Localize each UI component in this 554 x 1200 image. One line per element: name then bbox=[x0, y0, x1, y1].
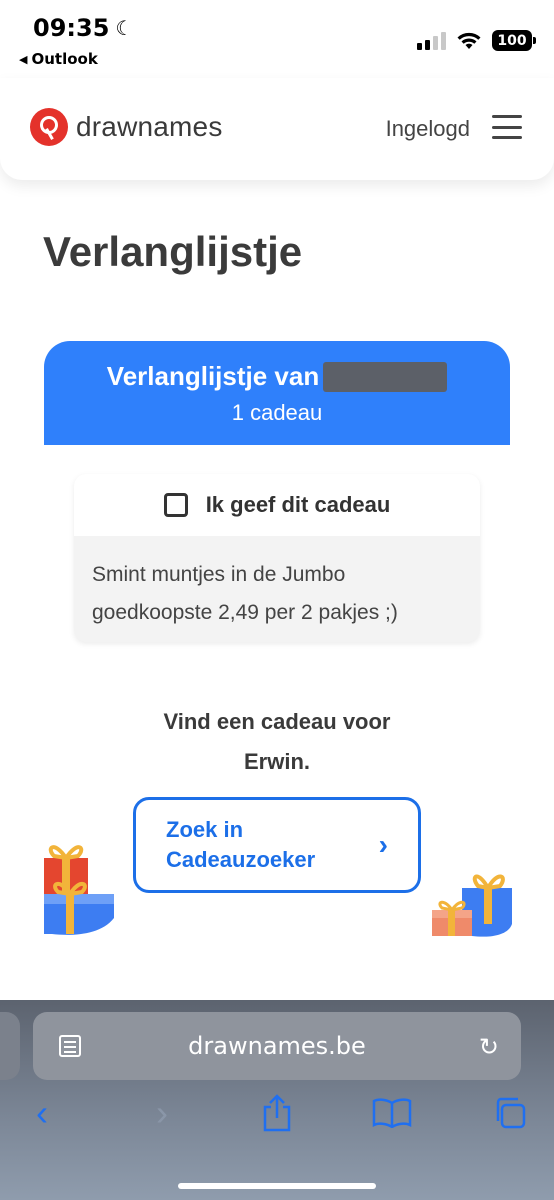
browser-toolbar: drawnames.be ↻ ‹ › bbox=[0, 1000, 554, 1200]
wifi-icon bbox=[457, 32, 481, 49]
battery-level: 100 bbox=[497, 32, 527, 49]
home-indicator[interactable] bbox=[178, 1183, 376, 1189]
url-text: drawnames.be bbox=[188, 1032, 366, 1060]
bookmarks-icon[interactable] bbox=[372, 1088, 412, 1138]
logo-text: drawnames bbox=[76, 111, 223, 142]
logo-mark-icon bbox=[30, 108, 68, 146]
share-icon[interactable] bbox=[257, 1088, 297, 1138]
back-to-app-link[interactable]: ◀ Outlook bbox=[19, 50, 98, 68]
find-gift-line2: Erwin. bbox=[243, 749, 310, 774]
gift-description: Smint muntjes in de Jumbo goedkoopste 2,… bbox=[74, 536, 480, 632]
wishlist-owner-prefix: Verlanglijstje van bbox=[106, 361, 320, 391]
hamburger-menu-icon[interactable] bbox=[492, 115, 522, 139]
address-bar[interactable]: drawnames.be ↻ bbox=[33, 1012, 521, 1080]
give-gift-checkbox[interactable] bbox=[163, 493, 188, 517]
wishlist-owner: Verlanglijstje van bbox=[106, 361, 448, 392]
forward-arrow-icon[interactable]: › bbox=[142, 1088, 182, 1138]
gift-finder-label: Zoek in Cadeauzoeker bbox=[166, 815, 315, 875]
gift-card: Ik geef dit cadeau Smint muntjes in de J… bbox=[74, 474, 480, 642]
gift-description-line1: Smint muntjes in de Jumbo bbox=[92, 563, 346, 586]
cellular-signal-icon bbox=[417, 31, 446, 50]
status-bar: 09:35 ☾ ◀ Outlook 100 bbox=[0, 0, 554, 78]
back-app-label: Outlook bbox=[31, 50, 98, 68]
wishlist-header: Verlanglijstje van 1 cadeau bbox=[44, 341, 510, 445]
page-title: Verlanglijstje bbox=[43, 228, 303, 275]
gift-finder-button[interactable]: Zoek in Cadeauzoeker › bbox=[133, 797, 421, 893]
redacted-name bbox=[323, 361, 448, 392]
find-gift-text: Vind een cadeau voor Erwin. bbox=[0, 702, 554, 782]
gift-description-line2: goedkoopste 2,49 per 2 pakjes ;) bbox=[92, 601, 398, 624]
back-arrow-icon[interactable]: ‹ bbox=[22, 1088, 62, 1138]
page-menu-icon[interactable] bbox=[59, 1035, 81, 1057]
gift-finder-label-line1: Zoek in bbox=[166, 817, 244, 842]
gift-count: 1 cadeau bbox=[231, 400, 323, 425]
chevron-right-icon: › bbox=[378, 829, 388, 860]
login-status[interactable]: Ingelogd bbox=[386, 116, 470, 142]
give-gift-toggle[interactable]: Ik geef dit cadeau bbox=[74, 474, 480, 536]
status-indicators: 100 bbox=[417, 30, 536, 51]
gift-boxes-right-icon bbox=[432, 874, 512, 937]
back-triangle-icon: ◀ bbox=[19, 52, 28, 66]
time-text: 09:35 bbox=[33, 14, 110, 42]
find-gift-line1: Vind een cadeau voor bbox=[163, 709, 391, 734]
drawnames-logo[interactable]: drawnames bbox=[30, 108, 223, 146]
battery-icon: 100 bbox=[492, 30, 536, 51]
browser-nav-toolbar: ‹ › bbox=[0, 1088, 554, 1148]
gift-boxes-left-icon bbox=[44, 845, 114, 935]
gift-finder-label-line2: Cadeauzoeker bbox=[166, 847, 316, 872]
previous-tab-preview[interactable] bbox=[0, 1012, 20, 1080]
give-gift-label: Ik geef dit cadeau bbox=[205, 492, 391, 517]
clock: 09:35 ☾ bbox=[33, 14, 133, 42]
site-header: drawnames Ingelogd bbox=[0, 78, 554, 180]
reload-icon[interactable]: ↻ bbox=[479, 1033, 499, 1062]
tabs-icon[interactable] bbox=[490, 1088, 530, 1138]
moon-icon: ☾ bbox=[115, 16, 134, 40]
